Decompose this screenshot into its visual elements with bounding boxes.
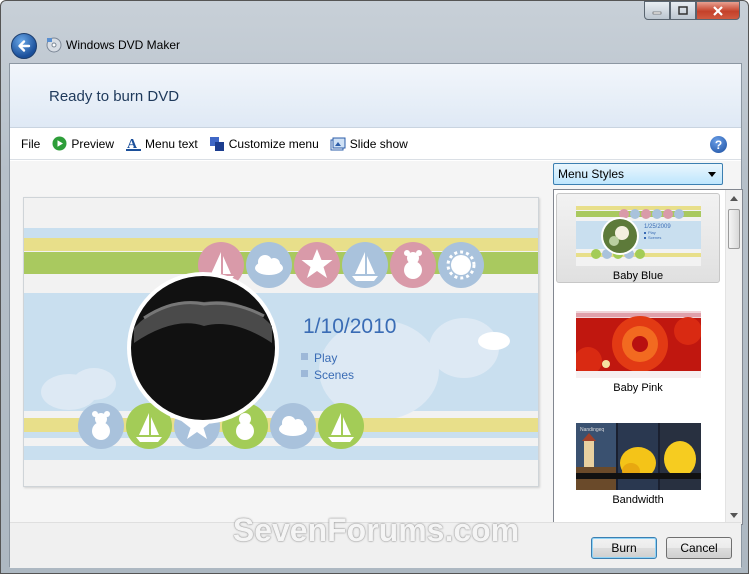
style-item-baby-pink[interactable]: Baby Pink <box>556 305 720 395</box>
slide-show-label: Slide show <box>349 136 408 151</box>
maximize-icon <box>678 6 688 15</box>
style-item-baby-blue[interactable]: 1/25/2009 Play Scenes Baby Blue <box>556 193 720 283</box>
preview-canvas: 1/10/2010 Play Scenes <box>24 198 538 486</box>
preview-label: Preview <box>71 136 115 151</box>
baby-pink-thumbnail <box>575 311 701 378</box>
bandwidth-thumb-title: Nandingeq <box>580 427 604 433</box>
style-label-baby-pink: Baby Pink <box>613 382 663 394</box>
watermark: SevenForums.com <box>232 511 520 548</box>
back-arrow-icon <box>18 40 31 52</box>
customize-menu-label: Customize menu <box>228 136 319 151</box>
scroll-up-icon[interactable] <box>730 196 738 201</box>
close-button[interactable] <box>696 1 740 20</box>
styles-scrollbar[interactable] <box>725 190 742 524</box>
text-a-icon: A <box>125 136 141 152</box>
slide-show-button[interactable]: Slide show <box>330 133 408 155</box>
preview-menu-scenes[interactable]: Scenes <box>314 368 354 382</box>
baby-blue-thumb-scenes: Scenes <box>648 235 661 240</box>
scroll-thumb[interactable] <box>728 209 740 249</box>
preview-date: 1/10/2010 <box>303 315 396 338</box>
menu-text-label: Menu text <box>145 136 198 151</box>
scroll-down-icon[interactable] <box>730 513 738 518</box>
minimize-icon <box>652 11 662 14</box>
bandwidth-thumbnail: Nandingeq <box>575 423 701 490</box>
page-header: Ready to burn DVD <box>10 64 741 128</box>
menu-styles-dropdown[interactable]: Menu Styles <box>553 163 723 185</box>
help-icon: ? <box>714 137 723 152</box>
page-title: Ready to burn DVD <box>49 88 180 105</box>
content-area: 1/10/2010 Play Scenes Menu Styles 1/25/2… <box>10 161 743 525</box>
file-label: File <box>21 136 41 151</box>
style-item-bandwidth[interactable]: Nandingeq Bandwidth <box>556 417 720 507</box>
svg-text:A: A <box>127 137 138 151</box>
dvd-maker-icon <box>46 37 62 53</box>
preview-menu-play[interactable]: Play <box>314 351 337 365</box>
toolbar: File Preview A Menu text Customize menu … <box>10 128 741 160</box>
style-label-baby-blue: Baby Blue <box>612 270 664 282</box>
customize-icon <box>209 136 225 152</box>
minimize-button[interactable] <box>644 1 670 20</box>
menu-preview: 1/10/2010 Play Scenes <box>23 197 539 487</box>
help-button[interactable]: ? <box>710 136 727 153</box>
back-button[interactable] <box>11 33 37 59</box>
menu-text-button[interactable]: A Menu text <box>125 133 198 155</box>
play-icon <box>51 136 67 152</box>
cancel-button[interactable]: Cancel <box>666 537 732 559</box>
client-area: Ready to burn DVD File Preview A Menu te… <box>9 63 743 568</box>
file-menu[interactable]: File <box>21 133 40 155</box>
menu-styles-list: 1/25/2009 Play Scenes Baby Blue Baby Pin… <box>553 189 743 525</box>
slideshow-icon <box>330 136 346 152</box>
close-icon <box>713 5 723 16</box>
style-label-bandwidth: Bandwidth <box>612 494 664 506</box>
baby-blue-thumbnail: 1/25/2009 Play Scenes <box>575 199 701 266</box>
maximize-button[interactable] <box>670 1 696 20</box>
window-frame: Windows DVD Maker Ready to burn DVD File… <box>0 0 749 574</box>
menu-styles-value: Menu Styles <box>558 167 625 181</box>
title-bar: Windows DVD Maker <box>1 1 748 63</box>
preview-video-thumbnail <box>127 272 279 424</box>
burn-button[interactable]: Burn <box>591 537 657 559</box>
window-controls <box>644 1 740 20</box>
customize-menu-button[interactable]: Customize menu <box>209 133 319 155</box>
preview-button[interactable]: Preview <box>51 133 114 155</box>
window-title: Windows DVD Maker <box>66 38 181 52</box>
chevron-down-icon <box>708 172 716 177</box>
